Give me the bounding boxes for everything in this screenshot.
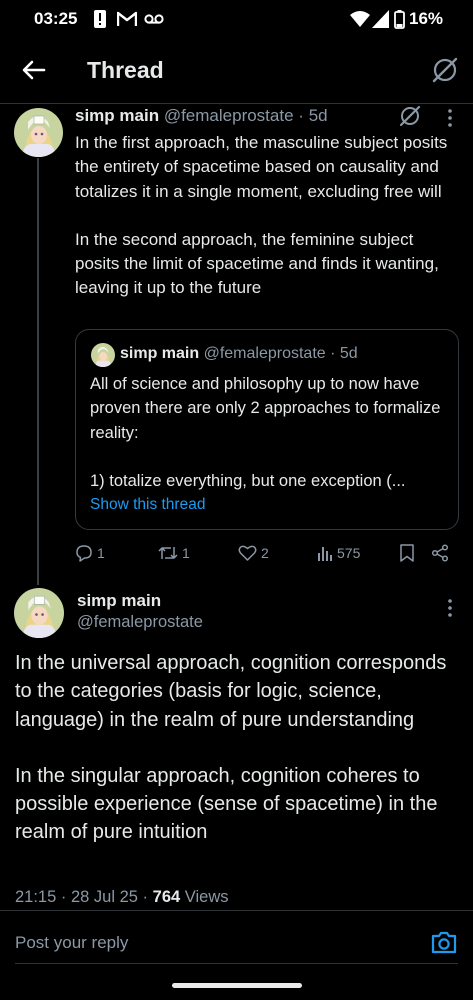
bookmark-button[interactable] [399, 540, 415, 566]
views-label: Views [184, 888, 229, 906]
tweet-paragraph: In the universal approach, cognition cor… [15, 652, 447, 731]
separator-dot: · [330, 345, 336, 362]
signal-icon [372, 10, 389, 28]
post-time: 21:15 [15, 888, 57, 906]
repost-icon [158, 547, 178, 559]
show-thread-link[interactable]: Show this thread [90, 496, 205, 514]
share-icon [431, 544, 449, 562]
alert-icon [94, 10, 106, 28]
repost-button[interactable]: 1 [158, 540, 190, 566]
more-vertical-icon[interactable] [443, 108, 457, 128]
bookmark-icon [400, 544, 414, 562]
battery-icon [394, 10, 405, 29]
tweet-paragraph: In the first approach, the masculine sub… [75, 133, 448, 201]
quoted-paragraph: 1) totalize everything, but one exceptio… [90, 471, 406, 490]
views-count[interactable]: 764 [153, 888, 181, 906]
thread-connector-line [37, 158, 39, 585]
tweet-paragraph: In the singular approach, cognition cohe… [15, 764, 438, 844]
heart-icon [238, 545, 257, 561]
gmail-icon [117, 11, 137, 26]
no-sync-icon[interactable] [430, 55, 460, 85]
status-bar: 03:25 16% [0, 0, 473, 38]
display-name[interactable]: simp main [77, 591, 161, 611]
like-button[interactable]: 2 [238, 540, 269, 566]
user-handle: @femaleprostate [203, 345, 326, 362]
share-button[interactable] [431, 540, 449, 566]
quoted-paragraph: All of science and philosophy up to now … [90, 375, 441, 442]
quoted-tweet-header: simp main @femaleprostate · 5d [120, 345, 358, 363]
bar-chart-icon [318, 547, 332, 561]
reply-bar: Post your reply [0, 910, 473, 972]
post-date: 28 Jul 25 [70, 888, 138, 906]
avatar [91, 343, 115, 367]
camera-icon[interactable] [430, 929, 458, 955]
comment-icon [76, 545, 92, 562]
arrow-left-icon[interactable] [20, 56, 48, 84]
separator-dot: · [298, 106, 304, 125]
tweet-metadata: 21:15 · 28 Jul 25 · 764 Views [15, 888, 229, 906]
user-handle[interactable]: @femaleprostate [77, 613, 203, 632]
avatar[interactable] [14, 588, 64, 638]
reply-input[interactable]: Post your reply [15, 933, 128, 953]
status-time: 03:25 [34, 9, 78, 28]
voicemail-icon [144, 14, 164, 24]
user-handle: @femaleprostate [163, 106, 294, 125]
battery-percent: 16% [409, 9, 444, 28]
page-title: Thread [87, 57, 164, 83]
more-vertical-icon[interactable] [443, 598, 457, 618]
home-indicator[interactable] [172, 983, 302, 988]
display-name[interactable]: simp main [75, 106, 159, 125]
reply-divider [15, 963, 458, 964]
tweet-text: In the first approach, the masculine sub… [75, 131, 460, 301]
tweet-actions: 1 1 2 575 [75, 540, 460, 566]
repost-count: 1 [182, 545, 190, 561]
post-age: 5d [308, 106, 328, 125]
reply-count: 1 [97, 545, 105, 561]
reply-button[interactable]: 1 [75, 540, 105, 566]
tweet-header: simp main @femaleprostate · 5d [75, 106, 328, 126]
tweet-text: In the universal approach, cognition cor… [15, 649, 465, 847]
top-app-bar: Thread [0, 38, 473, 104]
post-age: 5d [339, 345, 358, 362]
tweet-paragraph: In the second approach, the feminine sub… [75, 229, 439, 298]
avatar[interactable] [14, 108, 63, 157]
like-count: 2 [261, 545, 269, 561]
wifi-icon [350, 11, 370, 27]
display-name: simp main [120, 345, 200, 362]
views-button[interactable]: 575 [317, 540, 360, 566]
views-count: 575 [337, 545, 361, 561]
no-sync-icon[interactable] [398, 104, 422, 128]
quoted-tweet[interactable]: simp main @femaleprostate · 5d All of sc… [75, 329, 459, 530]
quoted-tweet-text: All of science and philosophy up to now … [90, 372, 448, 493]
